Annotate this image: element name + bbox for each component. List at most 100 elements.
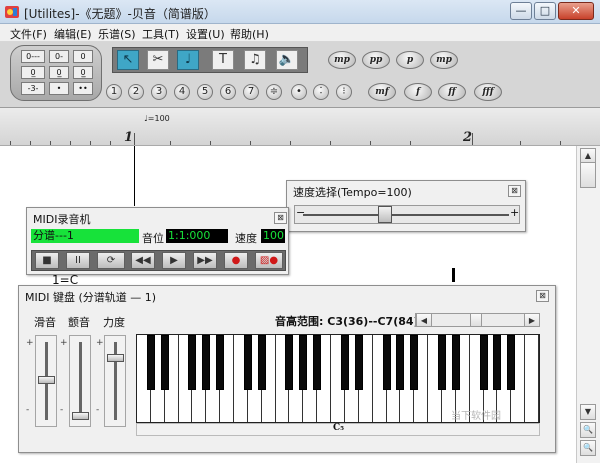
vertical-scrollbar[interactable]: ▲ ▼ 🔍 🔍: [576, 146, 600, 463]
scroll-thumb[interactable]: [580, 162, 596, 188]
menu-help[interactable]: 帮助(H): [230, 26, 269, 42]
dynamic-pp-button[interactable]: pp: [362, 51, 390, 69]
speed-display: 100: [261, 229, 285, 243]
dynamic-mp-button[interactable]: mp: [328, 51, 356, 69]
number-button-1[interactable]: 1: [106, 84, 122, 100]
dot-button[interactable]: •: [291, 84, 307, 100]
lyric-tool-icon[interactable]: ♫: [244, 50, 266, 70]
black-key[interactable]: [216, 335, 225, 390]
scroll-down-icon[interactable]: ▼: [580, 404, 596, 420]
record-icon[interactable]: ●: [224, 252, 248, 269]
dynamic-fff-button[interactable]: fff: [474, 83, 502, 101]
black-key[interactable]: [382, 335, 391, 390]
duration-half[interactable]: 0-: [49, 50, 69, 63]
ruler-tick: [30, 141, 31, 145]
black-key[interactable]: [313, 335, 322, 390]
number-button-6[interactable]: 6: [220, 84, 236, 100]
close-button[interactable]: ✕: [558, 2, 594, 20]
duration-whole[interactable]: 0---: [21, 50, 45, 63]
black-key[interactable]: [396, 335, 405, 390]
rewind-icon[interactable]: ◀◀: [131, 252, 155, 269]
menu-tools[interactable]: 工具(T): [142, 26, 179, 42]
black-key[interactable]: [160, 335, 169, 390]
recorder-close-icon[interactable]: ⊠: [274, 212, 287, 224]
double-dot-button[interactable]: ︰: [313, 84, 329, 100]
black-key[interactable]: [188, 335, 197, 390]
maximize-button[interactable]: □: [534, 2, 556, 20]
duration-eighth[interactable]: 0̲: [21, 66, 45, 79]
range-left-icon[interactable]: ◀: [416, 313, 432, 327]
glide-slider-thumb[interactable]: [38, 376, 55, 384]
measure-number-2: 2: [463, 130, 473, 145]
black-key[interactable]: [202, 335, 211, 390]
octave-button[interactable]: ≑: [266, 84, 282, 100]
tempo-slider-thumb[interactable]: [378, 206, 392, 223]
vibrato-slider-thumb[interactable]: [72, 412, 89, 420]
note-input-tool-icon[interactable]: ♩: [177, 50, 199, 70]
pause-icon[interactable]: II: [66, 252, 90, 269]
fast-forward-icon[interactable]: ▶▶: [193, 252, 217, 269]
text-tool-icon[interactable]: T: [212, 50, 234, 70]
select-tool-icon[interactable]: ↖: [117, 50, 139, 70]
number-button-2[interactable]: 2: [128, 84, 144, 100]
black-key[interactable]: [493, 335, 502, 390]
black-key[interactable]: [243, 335, 252, 390]
number-button-3[interactable]: 3: [151, 84, 167, 100]
menu-settings[interactable]: 设置(U): [186, 26, 225, 42]
black-key[interactable]: [354, 335, 363, 390]
duration-quarter[interactable]: 0: [73, 50, 93, 63]
recorder-staff-select[interactable]: 分谱---1: [31, 229, 139, 243]
black-key[interactable]: [437, 335, 446, 390]
ruler-tick: [330, 141, 331, 145]
black-key[interactable]: [299, 335, 308, 390]
triple-dot-button[interactable]: ⁝: [336, 84, 352, 100]
black-key[interactable]: [479, 335, 488, 390]
duration-double-dot[interactable]: ••: [73, 82, 93, 95]
ruler-tick: [290, 141, 291, 145]
number-button-5[interactable]: 5: [197, 84, 213, 100]
glide-slider[interactable]: [35, 335, 57, 427]
dynamic-mf-button[interactable]: mf: [368, 83, 396, 101]
black-key[interactable]: [340, 335, 349, 390]
white-key[interactable]: [525, 335, 539, 422]
dynamic-p-button[interactable]: p: [396, 51, 424, 69]
range-thumb[interactable]: [470, 313, 482, 327]
menu-score[interactable]: 乐谱(S): [98, 26, 136, 42]
tempo-close-icon[interactable]: ⊠: [508, 185, 521, 197]
menu-file[interactable]: 文件(F): [10, 26, 47, 42]
zoom-out-icon[interactable]: 🔍: [580, 440, 596, 456]
speaker-tool-icon[interactable]: 🔈: [276, 50, 298, 70]
duration-triplet[interactable]: -3-: [21, 82, 45, 95]
dynamic-f-button[interactable]: f: [404, 83, 432, 101]
recorder-title: MIDI录音机: [33, 213, 91, 226]
ruler-tick: [90, 141, 91, 145]
dynamic-mp2-button[interactable]: mp: [430, 51, 458, 69]
number-button-7[interactable]: 7: [243, 84, 259, 100]
pitch-range-scrollbar[interactable]: ◀ ▶: [415, 313, 540, 327]
number-button-4[interactable]: 4: [174, 84, 190, 100]
black-key[interactable]: [410, 335, 419, 390]
black-key[interactable]: [146, 335, 155, 390]
duration-sixteenth[interactable]: 0̲̲: [49, 66, 69, 79]
black-key[interactable]: [257, 335, 266, 390]
keyboard-close-icon[interactable]: ⊠: [536, 290, 549, 302]
black-key[interactable]: [285, 335, 294, 390]
black-key[interactable]: [451, 335, 460, 390]
minimize-button[interactable]: —: [510, 2, 532, 20]
velocity-slider[interactable]: [104, 335, 126, 427]
duration-dot[interactable]: •: [49, 82, 69, 95]
range-right-icon[interactable]: ▶: [524, 313, 540, 327]
ruler-tick: [70, 141, 71, 145]
vibrato-slider[interactable]: [69, 335, 91, 427]
play-icon[interactable]: ▶: [162, 252, 186, 269]
black-key[interactable]: [507, 335, 516, 390]
cut-tool-icon[interactable]: ✂: [147, 50, 169, 70]
menu-edit[interactable]: 编辑(E): [54, 26, 92, 42]
loop-icon[interactable]: ⟳: [97, 252, 125, 269]
zoom-in-icon[interactable]: 🔍: [580, 422, 596, 438]
record-overdub-icon[interactable]: ▨●: [255, 252, 283, 269]
duration-thirtysecond[interactable]: 0̲̲̲: [73, 66, 93, 79]
dynamic-ff-button[interactable]: ff: [438, 83, 466, 101]
velocity-slider-thumb[interactable]: [107, 354, 124, 362]
stop-icon[interactable]: ■: [35, 252, 59, 269]
